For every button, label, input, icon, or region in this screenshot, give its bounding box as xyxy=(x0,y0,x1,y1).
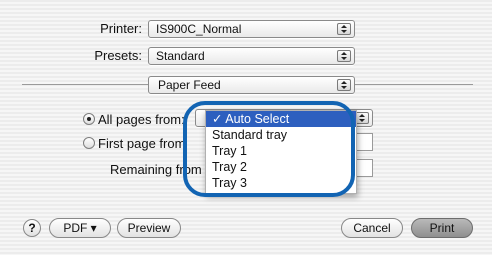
popup-arrows-icon xyxy=(337,23,351,35)
presets-popup[interactable]: Standard xyxy=(148,47,355,65)
first-page-label: First page from xyxy=(98,136,186,151)
presets-label: Presets: xyxy=(94,48,142,63)
panel-popup[interactable]: Paper Feed xyxy=(148,76,355,94)
printer-value: IS900C_Normal xyxy=(156,22,242,36)
separator-left xyxy=(22,84,148,85)
panel-value: Paper Feed xyxy=(158,78,221,92)
printer-popup[interactable]: IS900C_Normal xyxy=(148,20,355,38)
first-page-source-popup[interactable] xyxy=(355,133,373,151)
popup-arrows-icon xyxy=(355,112,369,124)
highlight-ring xyxy=(183,101,355,197)
separator-right xyxy=(355,84,473,85)
preview-button[interactable]: Preview xyxy=(117,218,181,238)
first-page-radio[interactable] xyxy=(83,137,95,149)
cancel-button[interactable]: Cancel xyxy=(341,218,403,238)
print-button[interactable]: Print xyxy=(411,218,473,238)
presets-value: Standard xyxy=(156,49,205,63)
help-button[interactable]: ? xyxy=(23,219,41,237)
pdf-button[interactable]: PDF ▾ xyxy=(49,218,111,238)
printer-label: Printer: xyxy=(100,21,142,36)
all-pages-radio[interactable] xyxy=(83,113,95,125)
popup-arrows-icon xyxy=(337,50,351,62)
popup-arrows-icon xyxy=(337,79,351,91)
all-pages-label: All pages from: xyxy=(98,112,185,127)
remaining-source-popup[interactable] xyxy=(355,159,373,177)
